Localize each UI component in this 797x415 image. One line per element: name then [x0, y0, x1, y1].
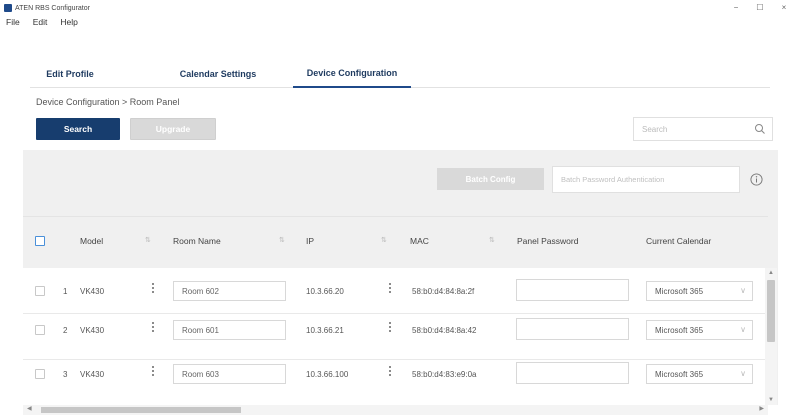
menu-edit[interactable]: Edit [33, 17, 48, 31]
title-bar: ATEN RBS Configurator [0, 0, 797, 16]
room-name-field[interactable]: Room 603 [173, 364, 286, 384]
info-icon[interactable] [750, 173, 763, 186]
chevron-down-icon: ∨ [740, 369, 746, 378]
room-name-field[interactable]: Room 602 [173, 281, 286, 301]
column-header-mac[interactable]: MAC [410, 236, 429, 246]
ip-cell: 10.3.66.20 [306, 287, 344, 296]
panel-password-field[interactable] [516, 279, 629, 301]
breadcrumb: Device Configuration > Room Panel [36, 97, 180, 107]
mac-cell: 58:b0:d4:84:8a:42 [412, 326, 477, 335]
sort-icon[interactable]: ⇅ [279, 236, 285, 244]
room-name-field[interactable]: Room 601 [173, 320, 286, 340]
search-input[interactable]: Search [633, 117, 773, 141]
upgrade-button[interactable]: Upgrade [130, 118, 216, 140]
column-header-current-calendar: Current Calendar [646, 236, 712, 246]
batch-config-button[interactable]: Batch Config [437, 168, 544, 190]
column-header-panel-password: Panel Password [517, 236, 579, 246]
search-icon[interactable] [754, 123, 766, 135]
calendar-value: Microsoft 365 [655, 369, 704, 379]
window-title: ATEN RBS Configurator [15, 4, 90, 12]
mac-cell: 58:b0:d4:83:e9:0a [412, 370, 477, 379]
tab-calendar-settings[interactable]: Calendar Settings [158, 60, 278, 88]
tab-edit-profile[interactable]: Edit Profile [30, 60, 110, 88]
sort-icon[interactable]: ⇅ [489, 236, 495, 244]
column-header-room-name[interactable]: Room Name [173, 236, 221, 246]
panel-password-field[interactable] [516, 318, 629, 340]
chevron-down-icon: ∨ [740, 325, 746, 334]
more-icon[interactable] [388, 366, 392, 378]
menu-file[interactable]: File [6, 17, 20, 31]
more-icon[interactable] [151, 322, 155, 334]
row-checkbox[interactable] [35, 286, 45, 296]
model-cell: VK430 [80, 370, 105, 379]
model-cell: VK430 [80, 326, 105, 335]
scroll-right-icon[interactable]: ▶ [759, 405, 764, 412]
calendar-value: Microsoft 365 [655, 286, 704, 296]
scrollbar-thumb[interactable] [41, 407, 241, 413]
panel-password-field[interactable] [516, 362, 629, 384]
close-button[interactable]: × [779, 3, 789, 12]
search-button[interactable]: Search [36, 118, 120, 140]
calendar-value: Microsoft 365 [655, 325, 704, 335]
maximize-button[interactable]: ☐ [755, 3, 765, 12]
column-header-ip[interactable]: IP [306, 236, 314, 246]
more-icon[interactable] [388, 322, 392, 334]
more-icon[interactable] [151, 366, 155, 378]
row-index: 3 [63, 370, 68, 379]
scroll-down-icon[interactable]: ▼ [768, 397, 774, 403]
more-icon[interactable] [388, 283, 392, 295]
search-placeholder: Search [642, 124, 668, 134]
tab-device-configuration[interactable]: Device Configuration [293, 60, 411, 88]
column-header-model[interactable]: Model [80, 236, 103, 246]
calendar-select[interactable]: Microsoft 365 ∨ [646, 364, 753, 384]
chevron-down-icon: ∨ [740, 286, 746, 295]
row-index: 1 [63, 287, 68, 296]
menu-help[interactable]: Help [60, 17, 77, 31]
minimize-button[interactable]: − [731, 3, 741, 12]
row-index: 2 [63, 326, 68, 335]
more-icon[interactable] [151, 283, 155, 295]
mac-cell: 58:b0:d4:84:8a:2f [412, 287, 475, 296]
sort-icon[interactable]: ⇅ [381, 236, 387, 244]
app-logo-icon [4, 4, 12, 12]
vertical-scrollbar[interactable]: ▲ ▼ [765, 268, 777, 405]
scrollbar-thumb[interactable] [767, 280, 775, 342]
horizontal-scrollbar[interactable]: ◀ ▶ [23, 405, 768, 415]
ip-cell: 10.3.66.21 [306, 326, 344, 335]
tab-bar: Edit Profile Calendar Settings Device Co… [30, 60, 770, 88]
ip-cell: 10.3.66.100 [306, 370, 349, 379]
select-all-checkbox[interactable] [35, 236, 45, 246]
model-cell: VK430 [80, 287, 105, 296]
scroll-left-icon[interactable]: ◀ [27, 405, 32, 412]
batch-password-field[interactable]: Batch Password Authentication [552, 166, 740, 193]
scroll-up-icon[interactable]: ▲ [768, 270, 774, 276]
window-controls: − ☐ × [731, 3, 789, 12]
row-checkbox[interactable] [35, 325, 45, 335]
row-checkbox[interactable] [35, 369, 45, 379]
calendar-select[interactable]: Microsoft 365 ∨ [646, 320, 753, 340]
sort-icon[interactable]: ⇅ [145, 236, 151, 244]
calendar-select[interactable]: Microsoft 365 ∨ [646, 281, 753, 301]
menu-bar: File Edit Help [0, 17, 78, 31]
